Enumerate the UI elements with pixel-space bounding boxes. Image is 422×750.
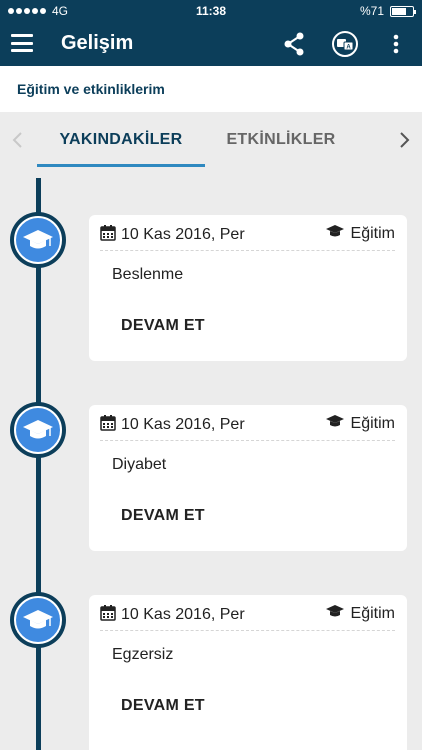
app-bar: Gelişim A — [0, 22, 422, 66]
continue-button[interactable]: DEVAM ET — [121, 697, 205, 715]
menu-icon[interactable] — [11, 34, 33, 52]
graduation-cap-icon — [14, 216, 62, 264]
status-time: 11:38 — [195, 4, 227, 18]
card-title: Beslenme — [112, 266, 184, 283]
graduation-cap-icon — [325, 604, 345, 623]
card-type-text: Eğitim — [350, 414, 395, 432]
graduation-cap-icon — [325, 414, 345, 433]
active-tab-indicator — [37, 164, 205, 167]
chevron-left-icon[interactable] — [10, 130, 26, 150]
subheader: Eğitim ve etkinliklerim — [0, 66, 422, 112]
tab-bar: YAKINDAKİLER ETKİNLİKLER — [0, 112, 422, 168]
card-divider — [100, 250, 395, 251]
graduation-cap-icon — [14, 596, 62, 644]
card-date: 10 Kas 2016, Per — [100, 414, 245, 436]
card-type: Eğitim — [325, 414, 395, 433]
card-type-text: Eğitim — [350, 604, 395, 622]
timeline-card[interactable]: 10 Kas 2016, Per Eğitim Beslenme DEVAM E… — [89, 215, 407, 361]
calendar-icon — [100, 414, 116, 436]
timeline-node — [10, 592, 66, 648]
graduation-cap-icon — [14, 406, 62, 454]
continue-button[interactable]: DEVAM ET — [121, 317, 205, 335]
card-title: Egzersiz — [112, 646, 174, 663]
timeline-node — [10, 212, 66, 268]
card-date: 10 Kas 2016, Per — [100, 604, 245, 626]
share-icon[interactable] — [280, 30, 308, 58]
card-date-text: 10 Kas 2016, Per — [121, 226, 245, 243]
timeline-card[interactable]: 10 Kas 2016, Per Eğitim Diyabet DEVAM ET — [89, 405, 407, 551]
card-divider — [100, 440, 395, 441]
timeline-card[interactable]: 10 Kas 2016, Per Eğitim Egzersiz DEVAM E… — [89, 595, 407, 750]
section-title: Eğitim ve etkinliklerim — [17, 81, 165, 97]
more-vert-icon[interactable] — [382, 30, 410, 58]
card-type-text: Eğitim — [350, 224, 395, 242]
tab-etkinlikler[interactable]: ETKİNLİKLER — [205, 131, 357, 149]
graduation-cap-icon — [325, 224, 345, 243]
chevron-right-icon[interactable] — [396, 130, 412, 150]
card-date-text: 10 Kas 2016, Per — [121, 416, 245, 433]
svg-text:A: A — [346, 45, 351, 51]
card-date-text: 10 Kas 2016, Per — [121, 606, 245, 623]
calendar-icon — [100, 604, 116, 626]
app-title: Gelişim — [61, 32, 134, 54]
battery-percent: %71 — [359, 4, 384, 18]
card-type: Eğitim — [325, 224, 395, 243]
timeline-node — [10, 402, 66, 458]
status-bar: 4G 11:38 %71 — [0, 0, 422, 22]
card-date: 10 Kas 2016, Per — [100, 224, 245, 246]
card-title: Diyabet — [112, 456, 167, 473]
battery-group: %71 — [359, 4, 416, 18]
continue-button[interactable]: DEVAM ET — [121, 507, 205, 525]
calendar-icon — [100, 224, 116, 246]
card-divider — [100, 630, 395, 631]
translate-icon[interactable]: A — [331, 30, 359, 58]
tab-yakindakiler[interactable]: YAKINDAKİLER — [37, 131, 205, 149]
battery-icon — [390, 5, 416, 17]
card-type: Eğitim — [325, 604, 395, 623]
